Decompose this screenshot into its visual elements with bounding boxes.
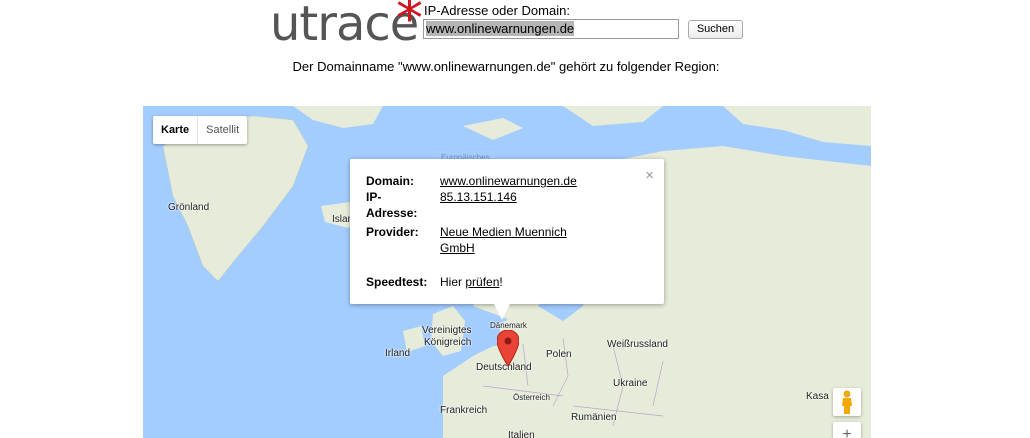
info-window: × Domain: www.onlinewarnungen.de IP- Adre… (350, 159, 664, 304)
map-label-oesterreich: Österreich (513, 393, 550, 402)
ip-domain-input-value: www.onlinewarnungen.de (426, 21, 575, 36)
region-description: Der Domainname "www.onlinewarnungen.de" … (292, 59, 720, 74)
map-label-italien: Italien (508, 430, 535, 438)
speedtest-link[interactable]: prüfen (465, 275, 499, 289)
provider-name-1: Neue Medien Muennich (440, 225, 567, 239)
map-label-rumaenien: Rumänien (571, 412, 617, 423)
map-label-kasachstan: Kasa (806, 391, 829, 402)
domain-link[interactable]: www.onlinewarnungen.de (440, 174, 577, 188)
map-label-polen: Polen (546, 349, 572, 360)
map-label-vereinigtes-1: Vereinigtes (422, 325, 472, 336)
map-label-daenemark: Dänemark (490, 321, 527, 330)
search-button[interactable]: Suchen (688, 20, 743, 39)
map-label-vereinigtes-2: Königreich (424, 337, 472, 348)
ip-address-link[interactable]: 85.13.151.146 (440, 190, 517, 204)
provider-name-2: GmbH (440, 241, 475, 255)
domain-label: Domain: (366, 174, 414, 188)
map-type-karte[interactable]: Karte (153, 116, 197, 144)
map-type-control: Karte Satellit (153, 116, 248, 144)
ip-domain-label: IP-Adresse oder Domain: (424, 3, 570, 18)
provider-label: Provider: (366, 225, 419, 239)
pegman-icon[interactable] (833, 388, 861, 416)
map-label-weissrussland: Weißrussland (607, 339, 668, 350)
ip-domain-input[interactable]: www.onlinewarnungen.de (423, 19, 679, 39)
logo-star-icon: * (396, 0, 423, 50)
speedtest-label: Speedtest: (366, 275, 428, 289)
map-type-satellit[interactable]: Satellit (197, 116, 247, 144)
ip-address-label-1: IP- (366, 190, 382, 204)
map-label-groenland: Grönland (168, 202, 210, 213)
info-window-tail (494, 304, 510, 320)
map-view[interactable]: Karte Satellit Grönland Islan Europäisch… (143, 106, 871, 438)
ip-address-label: IP- Adresse: (366, 189, 440, 221)
info-table: Domain: www.onlinewarnungen.de IP- Adress… (366, 173, 577, 290)
speedtest-suffix: ! (499, 275, 503, 289)
ip-address-label-2: Adresse: (366, 206, 418, 220)
close-icon[interactable]: × (645, 167, 654, 184)
provider-link[interactable]: Neue Medien Muennich GmbH (440, 225, 567, 255)
zoom-in-button[interactable]: + (833, 422, 861, 438)
map-label-ukraine: Ukraine (613, 378, 648, 389)
speedtest-prefix: Hier (440, 275, 466, 289)
map-label-irland: Irland (385, 348, 411, 359)
map-label-frankreich: Frankreich (440, 405, 488, 416)
